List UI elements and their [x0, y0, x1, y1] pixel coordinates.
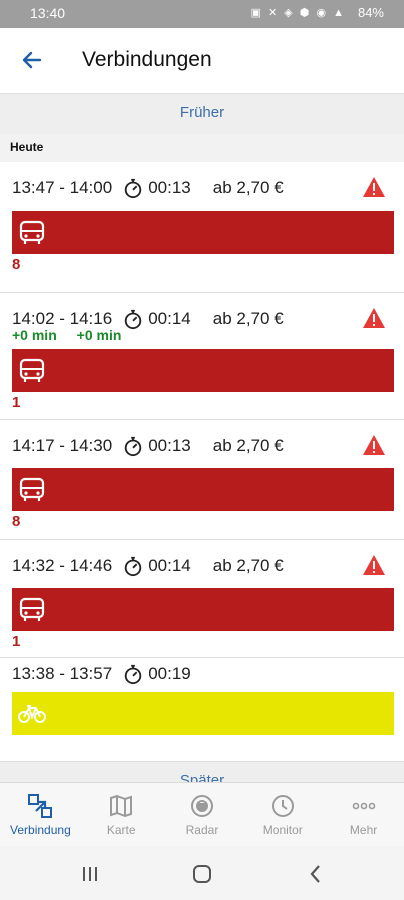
- stopwatch-icon: [124, 556, 142, 577]
- bus-icon: [19, 597, 45, 621]
- day-header: Heute: [0, 134, 404, 162]
- warning-icon[interactable]: [362, 434, 386, 456]
- map-icon: [110, 794, 133, 818]
- warning-icon[interactable]: [362, 176, 386, 198]
- status-bar: 13:40 ▣ ✕ ◈ ⬢ ◉ ▲ 84%: [0, 0, 404, 28]
- connection-icon: [28, 794, 53, 818]
- app-bar: Verbindungen: [0, 28, 404, 94]
- nav-more[interactable]: Mehr: [323, 783, 404, 846]
- nav-label: Mehr: [349, 823, 378, 837]
- bus-leg-bar[interactable]: [12, 211, 394, 254]
- back-arrow-icon[interactable]: [20, 48, 44, 72]
- connection-times: 14:32 - 14:46: [12, 556, 113, 575]
- radar-icon: [190, 795, 213, 817]
- departure-delay: +0 min: [12, 327, 57, 343]
- nav-label: Karte: [106, 823, 136, 837]
- connection-item[interactable]: 14:17 - 14:30 00:13 ab 2,70 € 8: [0, 420, 404, 540]
- connection-item[interactable]: 14:32 - 14:46 00:14 ab 2,70 € 1: [0, 540, 404, 658]
- connection-duration: 00:19: [148, 664, 191, 683]
- connection-times: 13:47 - 14:00: [12, 178, 113, 197]
- stopwatch-icon: [124, 178, 142, 199]
- connection-price: ab 2,70 €: [212, 556, 284, 575]
- connection-duration: 00:13: [148, 178, 191, 197]
- connection-item[interactable]: 13:47 - 14:00 00:13 ab 2,70 € 8: [0, 162, 404, 293]
- bottom-navigation: Verbindung Karte Radar Monitor Mehr: [0, 782, 404, 846]
- later-button[interactable]: Später: [0, 762, 404, 784]
- bike-leg-bar[interactable]: [12, 692, 394, 735]
- bus-icon: [19, 220, 45, 244]
- nav-connection[interactable]: Verbindung: [0, 783, 81, 846]
- delay-info: +0 min +0 min: [12, 327, 137, 343]
- connection-duration: 00:14: [148, 309, 191, 328]
- status-icons: ▣ ✕ ◈ ⬢ ◉ ▲: [250, 7, 346, 19]
- earlier-button[interactable]: Früher: [0, 94, 404, 134]
- connection-duration: 00:14: [148, 556, 191, 575]
- connection-price: ab 2,70 €: [212, 178, 284, 197]
- nav-monitor[interactable]: Monitor: [242, 783, 323, 846]
- back-icon[interactable]: [304, 862, 328, 886]
- nav-label: Monitor: [262, 823, 303, 837]
- home-icon[interactable]: [190, 862, 214, 886]
- connection-list: 13:47 - 14:00 00:13 ab 2,70 € 8 14:02 - …: [0, 162, 404, 782]
- clock-icon: [271, 795, 294, 817]
- nav-radar[interactable]: Radar: [162, 783, 243, 846]
- line-number: 8: [12, 513, 21, 530]
- recent-apps-icon[interactable]: [78, 862, 102, 886]
- nav-label: Verbindung: [10, 823, 71, 837]
- nav-map[interactable]: Karte: [81, 783, 162, 846]
- connection-item[interactable]: 14:02 - 14:16 00:14 ab 2,70 € +0 min +0 …: [0, 293, 404, 420]
- bus-icon: [19, 477, 45, 501]
- line-number: 1: [12, 394, 21, 411]
- line-number: 1: [12, 633, 21, 650]
- bus-leg-bar[interactable]: [12, 468, 394, 511]
- battery-level: 84%: [357, 5, 384, 20]
- line-number: 8: [12, 256, 21, 273]
- arrival-delay: +0 min: [76, 327, 122, 343]
- connection-item[interactable]: 13:38 - 13:57 00:19: [0, 658, 404, 762]
- status-time: 13:40: [30, 5, 66, 21]
- connection-times: 14:17 - 14:30: [12, 436, 113, 455]
- bus-leg-bar[interactable]: [12, 588, 394, 631]
- page-title: Verbindungen: [82, 48, 212, 71]
- connection-times: 13:38 - 13:57: [12, 664, 113, 683]
- connection-times: 14:02 - 14:16: [12, 309, 113, 328]
- system-navigation-bar: [0, 846, 404, 900]
- bus-icon: [19, 358, 45, 382]
- more-icon: [352, 802, 375, 810]
- stopwatch-icon: [124, 664, 142, 685]
- nav-label: Radar: [185, 823, 219, 837]
- connection-duration: 00:13: [148, 436, 191, 455]
- stopwatch-icon: [124, 436, 142, 457]
- warning-icon[interactable]: [362, 307, 386, 329]
- warning-icon[interactable]: [362, 554, 386, 576]
- bus-leg-bar[interactable]: [12, 349, 394, 392]
- connection-price: ab 2,70 €: [212, 436, 284, 455]
- bicycle-icon: [18, 705, 46, 723]
- connection-price: ab 2,70 €: [212, 309, 284, 328]
